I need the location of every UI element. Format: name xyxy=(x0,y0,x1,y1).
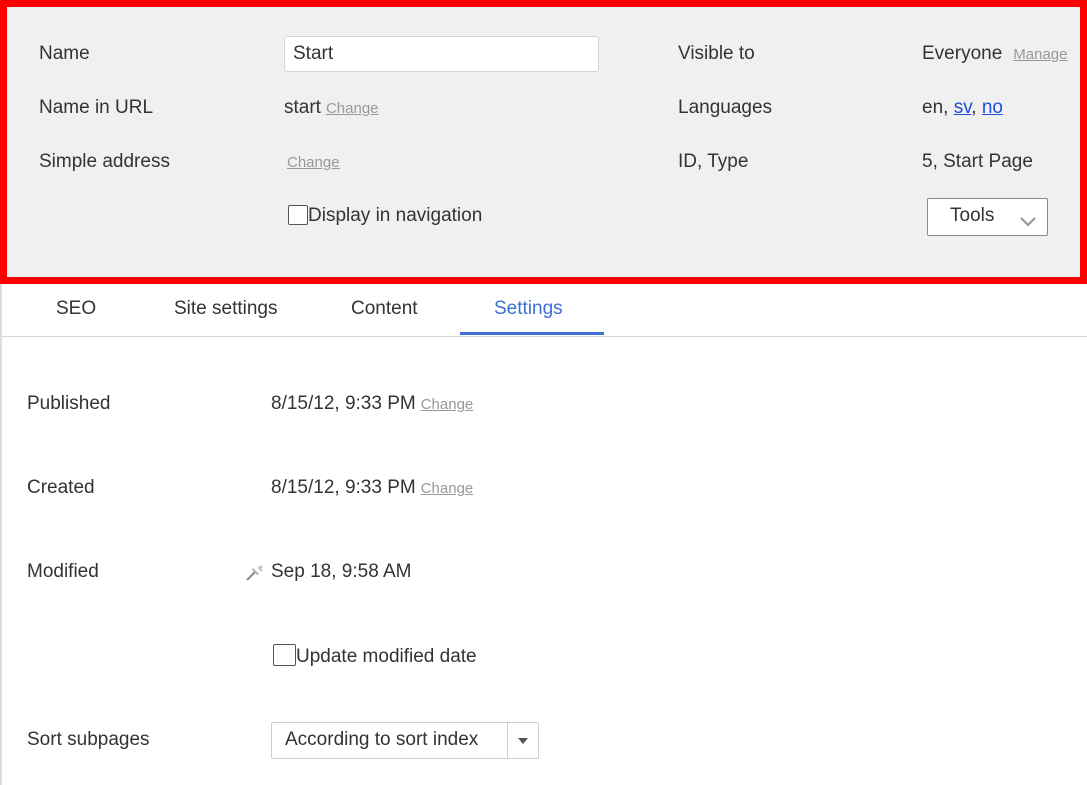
pin-icon[interactable] xyxy=(244,563,266,588)
id-type-value: 5, Start Page xyxy=(922,151,1033,172)
name-in-url-row: start Change xyxy=(284,96,379,121)
tools-label: Tools xyxy=(950,205,995,226)
name-in-url-value: start xyxy=(284,97,321,118)
published-value: 8/15/12, 9:33 PM xyxy=(271,393,416,414)
chevron-down-icon xyxy=(1020,211,1036,233)
name-input[interactable] xyxy=(284,36,599,72)
modified-value: Sep 18, 9:58 AM xyxy=(271,561,412,582)
tab-site-settings[interactable]: Site settings xyxy=(174,298,278,320)
languages-row: en, sv, no xyxy=(922,96,1003,120)
tools-dropdown-button[interactable]: Tools xyxy=(927,198,1048,236)
created-value: 8/15/12, 9:33 PM xyxy=(271,477,416,498)
sort-subpages-value: According to sort index xyxy=(285,729,479,750)
language-en: en, xyxy=(922,97,949,118)
published-label: Published xyxy=(27,393,111,414)
language-no-link[interactable]: no xyxy=(982,97,1003,118)
modified-label: Modified xyxy=(27,561,99,582)
tab-seo[interactable]: SEO xyxy=(56,298,96,320)
published-row: 8/15/12, 9:33 PM Change xyxy=(271,392,473,417)
name-in-url-label: Name in URL xyxy=(39,97,154,118)
id-type-label: ID, Type xyxy=(678,151,749,172)
caret-down-icon xyxy=(518,738,528,744)
visible-to-label: Visible to xyxy=(678,43,755,64)
content-left-border xyxy=(0,284,2,785)
manage-link[interactable]: Manage xyxy=(1013,46,1067,63)
update-modified-row[interactable]: Update modified date xyxy=(273,644,477,669)
languages-separator: , xyxy=(971,97,977,118)
simple-address-label: Simple address xyxy=(39,151,170,172)
sort-subpages-label: Sort subpages xyxy=(27,729,150,750)
sort-subpages-select[interactable]: According to sort index xyxy=(271,722,539,759)
visible-to-value: Everyone xyxy=(922,43,1003,64)
language-sv-link[interactable]: sv xyxy=(954,97,972,118)
update-modified-checkbox[interactable] xyxy=(273,644,296,666)
display-in-navigation-label: Display in navigation xyxy=(308,205,483,226)
active-tab-indicator xyxy=(460,332,604,335)
tab-bar: SEO Site settings Content Settings xyxy=(0,284,1087,337)
simple-address-row: Change xyxy=(282,150,340,175)
created-row: 8/15/12, 9:33 PM Change xyxy=(271,476,473,501)
name-in-url-change-link[interactable]: Change xyxy=(326,100,379,117)
simple-address-change-link[interactable]: Change xyxy=(287,154,340,171)
created-change-link[interactable]: Change xyxy=(421,480,474,497)
name-label: Name xyxy=(39,43,90,64)
display-in-navigation-checkbox[interactable] xyxy=(288,205,308,225)
languages-label: Languages xyxy=(678,97,773,118)
visible-to-row: Everyone Manage xyxy=(922,42,1068,67)
update-modified-label: Update modified date xyxy=(296,646,477,667)
created-label: Created xyxy=(27,477,95,498)
published-change-link[interactable]: Change xyxy=(421,396,474,413)
display-in-navigation-row[interactable]: Display in navigation xyxy=(288,204,482,228)
tab-settings[interactable]: Settings xyxy=(494,298,563,320)
page-info-header: Name Name in URL start Change Simple addr… xyxy=(0,0,1087,284)
tab-content[interactable]: Content xyxy=(351,298,418,320)
select-divider xyxy=(507,723,508,758)
